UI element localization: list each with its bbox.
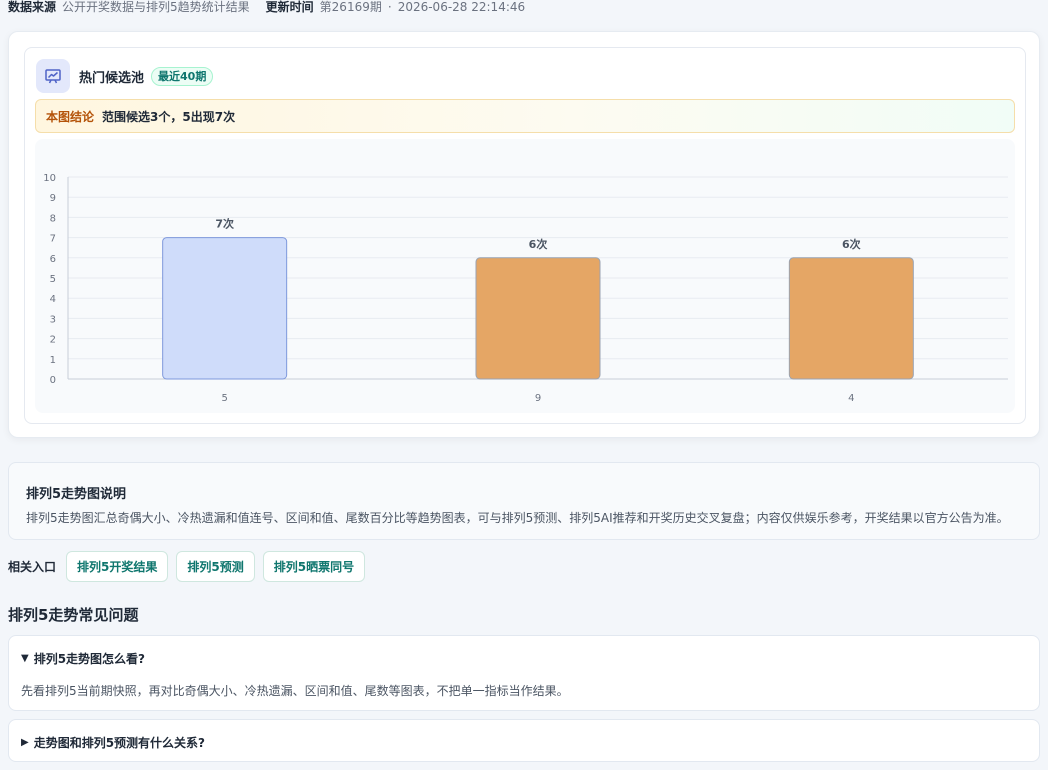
bar-value-label: 6次 <box>529 237 548 251</box>
y-tick-label: 8 <box>50 213 56 224</box>
y-tick-label: 4 <box>50 294 56 305</box>
faq-question[interactable]: ▶ 走势图和排列5预测有什么关系? <box>21 734 205 751</box>
related-links: 相关入口 排列5开奖结果 排列5预测 排列5晒票同号 <box>8 551 373 582</box>
y-tick-label: 1 <box>50 355 56 366</box>
collapsed-triangle-icon: ▶ <box>21 737 29 748</box>
bar <box>788 257 914 380</box>
separator-dot: · <box>387 0 392 14</box>
y-tick-label: 6 <box>50 254 56 265</box>
chart-svg: 0 1 2 3 4 5 6 7 8 9 10 7次 5 6次 9 6次 4 <box>43 173 1008 404</box>
faq-item-how-to-read[interactable]: ▼ 排列5走势图怎么看? 先看排列5当前期快照，再对比奇偶大小、冷热遗漏、区间和… <box>8 635 1040 711</box>
conclusion-text: 范围候选3个，5出现7次 <box>102 109 236 124</box>
bar-chart: 0 1 2 3 4 5 6 7 8 9 10 7次 5 6次 9 6次 4 <box>35 139 1015 413</box>
x-tick-label: 5 <box>221 393 227 404</box>
update-time: 2026-06-28 22:14:46 <box>397 0 526 14</box>
faq-item-forecast-relation[interactable]: ▶ 走势图和排列5预测有什么关系? <box>8 719 1040 762</box>
y-tick-label: 0 <box>50 375 56 386</box>
presentation-chart-icon <box>36 59 70 93</box>
data-source-bar: 数据来源 公开开奖数据与排列5趋势统计结果 更新时间 第26169期 · 2026-06-… <box>8 0 525 14</box>
panel-header: 热门候选池 最近40期 <box>36 58 214 94</box>
chart-conclusion: 本图结论 范围候选3个，5出现7次 <box>35 99 1015 133</box>
bar <box>162 237 288 380</box>
y-tick-label: 7 <box>50 234 56 245</box>
x-tick-label: 4 <box>848 393 854 404</box>
panel-title: 热门候选池 <box>79 70 145 86</box>
bar-value-label: 6次 <box>842 237 861 251</box>
y-tick-label: 5 <box>50 274 56 285</box>
x-tick-label: 9 <box>535 393 541 404</box>
y-tick-label: 9 <box>50 193 56 204</box>
faq-question-text: 走势图和排列5预测有什么关系? <box>33 736 206 750</box>
explain-card: 排列5走势图说明 排列5走势图汇总奇偶大小、冷热遗漏和值连号、区间和值、尾数百分… <box>8 462 1040 540</box>
y-tick-label: 10 <box>43 173 56 184</box>
link-pl5-forecast[interactable]: 排列5预测 <box>176 551 255 582</box>
explain-title: 排列5走势图说明 <box>26 487 127 502</box>
bar-value-label: 7次 <box>215 217 234 231</box>
conclusion-tag: 本图结论 <box>46 109 95 124</box>
link-pl5-results[interactable]: 排列5开奖结果 <box>66 551 169 582</box>
y-tick-label: 3 <box>50 314 56 325</box>
bar <box>475 257 601 380</box>
source-value: 公开开奖数据与排列5趋势统计结果 <box>62 0 250 14</box>
related-label: 相关入口 <box>8 560 57 574</box>
update-label: 更新时间 <box>265 0 314 14</box>
explain-text: 排列5走势图汇总奇偶大小、冷热遗漏和值连号、区间和值、尾数百分比等趋势图表，可与… <box>26 511 1009 525</box>
faq-heading: 排列5走势常见问题 <box>8 606 139 624</box>
expanded-triangle-icon: ▼ <box>21 653 29 664</box>
link-pl5-shared-tickets[interactable]: 排列5晒票同号 <box>262 551 366 582</box>
faq-question[interactable]: ▼ 排列5走势图怎么看? <box>21 650 145 667</box>
source-label: 数据来源 <box>8 0 57 14</box>
hot-pool-card: 热门候选池 最近40期 本图结论 范围候选3个，5出现7次 0 1 2 3 4 5 6 7 8 9… <box>8 31 1040 438</box>
faq-question-text: 排列5走势图怎么看? <box>33 652 146 666</box>
update-issue: 第26169期 <box>319 0 382 14</box>
y-tick-label: 2 <box>50 335 56 346</box>
faq-answer: 先看排列5当前期快照，再对比奇偶大小、冷热遗漏、区间和值、尾数等图表，不把单一指… <box>21 684 569 698</box>
hot-pool-panel: 热门候选池 最近40期 本图结论 范围候选3个，5出现7次 0 1 2 3 4 5 6 7 8 9… <box>24 47 1026 424</box>
period-badge: 最近40期 <box>151 66 214 86</box>
